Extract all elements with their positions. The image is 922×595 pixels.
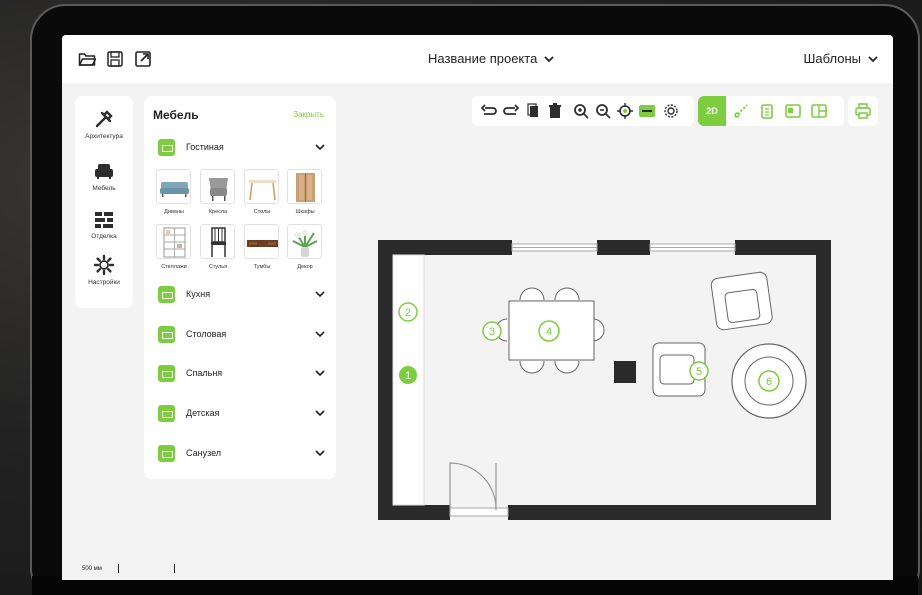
door-threshold	[449, 507, 509, 517]
marker-label: 1	[405, 370, 411, 382]
wall-top-left	[378, 240, 512, 255]
marker-label: 3	[489, 326, 495, 338]
wall-bottom-left	[378, 505, 450, 520]
side-cube[interactable]	[614, 361, 636, 383]
app-screen: Название проекта Шаблоны Архитектура Меб…	[62, 35, 893, 580]
chair[interactable]	[592, 318, 605, 342]
floor-plan[interactable]: 2 1 3 4 5 6	[62, 35, 893, 580]
scale-label: 500 мм	[82, 566, 102, 572]
wall-bottom-right	[508, 505, 831, 520]
marker-label: 6	[766, 376, 772, 388]
chair[interactable]	[554, 287, 580, 301]
marker-label: 4	[546, 326, 552, 338]
chair[interactable]	[519, 287, 545, 301]
marker-label: 5	[696, 366, 702, 378]
wall-top-middle	[597, 240, 650, 255]
chair[interactable]	[554, 360, 580, 374]
wall-right	[816, 240, 831, 520]
door-swing[interactable]	[449, 462, 497, 510]
armchair[interactable]	[710, 271, 773, 331]
scale-tick	[174, 564, 175, 573]
wall-left	[378, 240, 393, 520]
chair[interactable]	[519, 360, 545, 374]
scale-tick	[118, 564, 119, 573]
marker-label: 2	[405, 307, 411, 319]
